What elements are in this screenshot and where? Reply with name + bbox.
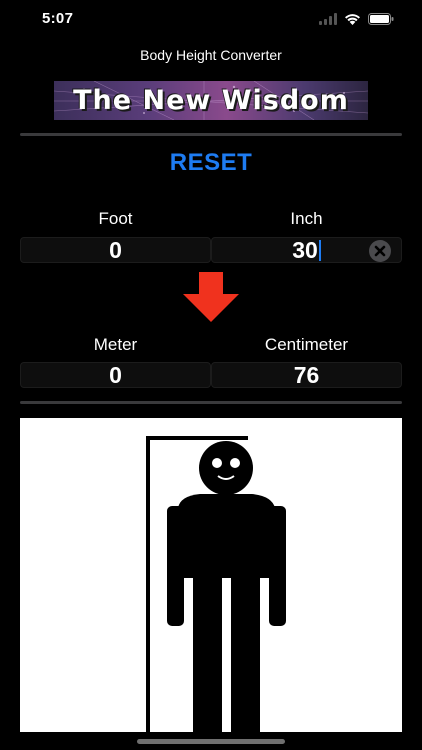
reset-button[interactable]: RESET — [111, 145, 311, 181]
close-icon — [374, 245, 386, 257]
app-title: Body Height Converter — [140, 47, 282, 63]
meter-label: Meter — [93, 335, 138, 354]
status-icons — [319, 12, 394, 30]
banner-text: The New Wisdom — [73, 85, 349, 116]
person-figure-icon — [146, 436, 286, 732]
cellular-signal-icon — [319, 12, 337, 30]
clear-text-button[interactable] — [369, 240, 391, 262]
foot-input[interactable]: 0 — [20, 237, 211, 263]
text-caret — [318, 240, 321, 261]
inch-input-value: 30 — [292, 237, 318, 263]
centimeter-label: Centimeter — [264, 335, 349, 354]
centimeter-output: 76 — [211, 362, 402, 388]
foot-input-value: 0 — [109, 237, 122, 263]
wifi-icon — [344, 12, 361, 30]
home-indicator[interactable] — [137, 739, 285, 744]
height-figure-panel — [20, 418, 402, 732]
battery-icon — [368, 12, 394, 30]
foot-label: Foot — [98, 209, 133, 228]
inch-label: Inch — [290, 209, 323, 228]
status-time: 5:07 — [42, 10, 74, 27]
status-bar: 5:07 — [0, 0, 422, 40]
meter-output: 0 — [20, 362, 211, 388]
arrow-down-icon — [183, 272, 239, 327]
divider-bottom — [20, 401, 402, 404]
centimeter-output-value: 76 — [293, 362, 320, 388]
meter-output-value: 0 — [109, 362, 122, 388]
divider-top — [20, 133, 402, 136]
inch-input[interactable]: 30 — [211, 237, 402, 263]
banner-ad[interactable]: The New Wisdom — [54, 81, 368, 120]
